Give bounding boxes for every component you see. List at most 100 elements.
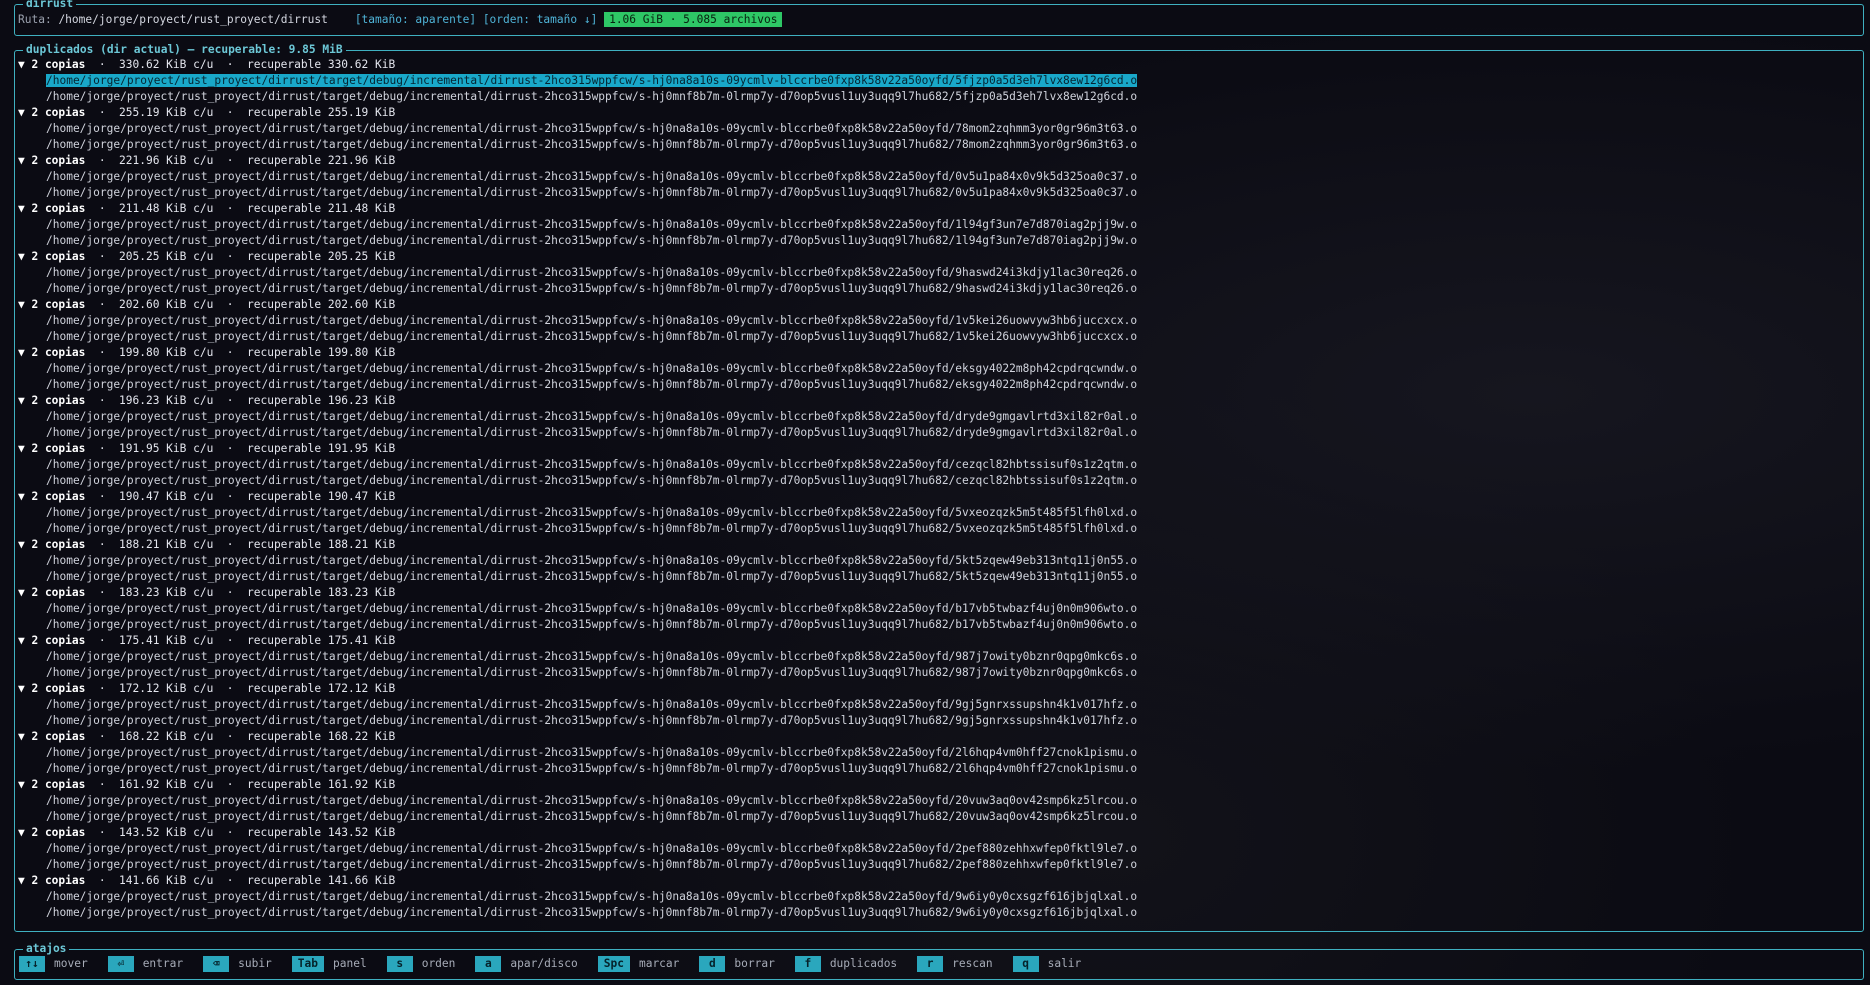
duplicate-file-row[interactable]: /home/jorge/proyect/rust_proyect/dirrust… — [18, 857, 1860, 873]
duplicate-file-row[interactable]: /home/jorge/proyect/rust_proyect/dirrust… — [18, 553, 1860, 569]
duplicate-file-path: /home/jorge/proyect/rust_proyect/dirrust… — [46, 522, 1138, 535]
duplicate-file-path: /home/jorge/proyect/rust_proyect/dirrust… — [46, 458, 1138, 471]
duplicate-group-header[interactable]: ▼ 2 copias · 211.48 KiB c/u · recuperabl… — [18, 201, 1860, 217]
duplicate-file-row[interactable]: /home/jorge/proyect/rust_proyect/dirrust… — [18, 761, 1860, 777]
duplicate-file-row[interactable]: /home/jorge/proyect/rust_proyect/dirrust… — [18, 569, 1860, 585]
group-size-detail: · 330.62 KiB c/u · recuperable 330.62 Ki… — [85, 58, 396, 71]
duplicate-file-row[interactable]: /home/jorge/proyect/rust_proyect/dirrust… — [18, 233, 1860, 249]
group-size-detail: · 161.92 KiB c/u · recuperable 161.92 Ki… — [85, 778, 396, 791]
group-size-detail: · 168.22 KiB c/u · recuperable 168.22 Ki… — [85, 730, 396, 743]
duplicate-file-row[interactable]: /home/jorge/proyect/rust_proyect/dirrust… — [18, 649, 1860, 665]
shortcut-label: apar/disco — [510, 957, 578, 970]
duplicate-file-row[interactable]: /home/jorge/proyect/rust_proyect/dirrust… — [18, 841, 1860, 857]
duplicate-group-header[interactable]: ▼ 2 copias · 202.60 KiB c/u · recuperabl… — [18, 297, 1860, 313]
duplicate-file-row[interactable]: /home/jorge/proyect/rust_proyect/dirrust… — [18, 409, 1860, 425]
duplicate-group-header[interactable]: ▼ 2 copias · 221.96 KiB c/u · recuperabl… — [18, 153, 1860, 169]
duplicate-file-row[interactable]: /home/jorge/proyect/rust_proyect/dirrust… — [18, 713, 1860, 729]
duplicate-group-header[interactable]: ▼ 2 copias · 175.41 KiB c/u · recuperabl… — [18, 633, 1860, 649]
duplicate-group-header[interactable]: ▼ 2 copias · 161.92 KiB c/u · recuperabl… — [18, 777, 1860, 793]
duplicate-file-path: /home/jorge/proyect/rust_proyect/dirrust… — [46, 906, 1138, 919]
duplicate-file-row[interactable]: /home/jorge/proyect/rust_proyect/dirrust… — [18, 121, 1860, 137]
shortcuts-bar: ↑↓ mover ⏎ entrar ⌫ subir Tab panel s orden a apar/… — [19, 956, 1101, 972]
duplicates-list[interactable]: ▼ 2 copias · 330.62 KiB c/u · recuperabl… — [18, 57, 1860, 921]
duplicate-file-path: /home/jorge/proyect/rust_proyect/dirrust… — [46, 794, 1138, 807]
group-copies-toggle: ▼ 2 copias — [18, 634, 86, 647]
group-size-detail: · 221.96 KiB c/u · recuperable 221.96 Ki… — [85, 154, 396, 167]
duplicate-file-row[interactable]: /home/jorge/proyect/rust_proyect/dirrust… — [18, 889, 1860, 905]
duplicate-file-row[interactable]: /home/jorge/proyect/rust_proyect/dirrust… — [18, 377, 1860, 393]
duplicate-file-row[interactable]: /home/jorge/proyect/rust_proyect/dirrust… — [18, 329, 1860, 345]
duplicate-file-row[interactable]: /home/jorge/proyect/rust_proyect/dirrust… — [18, 601, 1860, 617]
shortcut-label: mover — [54, 957, 88, 970]
duplicate-file-path: /home/jorge/proyect/rust_proyect/dirrust… — [46, 90, 1138, 103]
group-copies-toggle: ▼ 2 copias — [18, 154, 86, 167]
duplicate-file-row[interactable]: /home/jorge/proyect/rust_proyect/dirrust… — [18, 361, 1860, 377]
group-size-detail: · 255.19 KiB c/u · recuperable 255.19 Ki… — [85, 106, 396, 119]
duplicate-file-row[interactable]: /home/jorge/proyect/rust_proyect/dirrust… — [18, 809, 1860, 825]
shortcut-key: ⏎ — [107, 956, 134, 972]
group-copies-toggle: ▼ 2 copias — [18, 826, 86, 839]
duplicates-panel[interactable]: duplicados (dir actual) — recuperable: 9… — [14, 42, 1864, 932]
path-bar: Ruta: /home/jorge/proyect/rust_proyect/d… — [18, 12, 783, 28]
duplicate-file-path: /home/jorge/proyect/rust_proyect/dirrust… — [46, 122, 1138, 135]
shortcut-label: subir — [238, 957, 272, 970]
duplicate-group-header[interactable]: ▼ 2 copias · 330.62 KiB c/u · recuperabl… — [18, 57, 1860, 73]
duplicate-file-row[interactable]: /home/jorge/proyect/rust_proyect/dirrust… — [18, 905, 1860, 921]
duplicate-file-row[interactable]: /home/jorge/proyect/rust_proyect/dirrust… — [18, 169, 1860, 185]
duplicate-file-row[interactable]: /home/jorge/proyect/rust_proyect/dirrust… — [18, 89, 1860, 105]
duplicate-file-row[interactable]: /home/jorge/proyect/rust_proyect/dirrust… — [18, 697, 1860, 713]
shortcut-key: s — [386, 956, 413, 972]
duplicate-file-row[interactable]: /home/jorge/proyect/rust_proyect/dirrust… — [18, 505, 1860, 521]
group-size-detail: · 190.47 KiB c/u · recuperable 190.47 Ki… — [85, 490, 396, 503]
duplicate-group-header[interactable]: ▼ 2 copias · 196.23 KiB c/u · recuperabl… — [18, 393, 1860, 409]
group-copies-toggle: ▼ 2 copias — [18, 106, 86, 119]
duplicate-file-path: /home/jorge/proyect/rust_proyect/dirrust… — [46, 74, 1138, 87]
group-size-detail: · 143.52 KiB c/u · recuperable 143.52 Ki… — [85, 826, 396, 839]
duplicate-file-row[interactable]: /home/jorge/proyect/rust_proyect/dirrust… — [18, 425, 1860, 441]
shortcut-key: f — [794, 956, 821, 972]
duplicate-file-row[interactable]: /home/jorge/proyect/rust_proyect/dirrust… — [18, 281, 1860, 297]
duplicate-file-row[interactable]: /home/jorge/proyect/rust_proyect/dirrust… — [18, 217, 1860, 233]
duplicate-file-row[interactable]: /home/jorge/proyect/rust_proyect/dirrust… — [18, 457, 1860, 473]
group-copies-toggle: ▼ 2 copias — [18, 490, 86, 503]
duplicate-file-row[interactable]: /home/jorge/proyect/rust_proyect/dirrust… — [18, 473, 1860, 489]
duplicate-file-row[interactable]: /home/jorge/proyect/rust_proyect/dirrust… — [18, 617, 1860, 633]
duplicate-file-path: /home/jorge/proyect/rust_proyect/dirrust… — [46, 218, 1138, 231]
duplicate-group-header[interactable]: ▼ 2 copias · 172.12 KiB c/u · recuperabl… — [18, 681, 1860, 697]
duplicate-group-header[interactable]: ▼ 2 copias · 255.19 KiB c/u · recuperabl… — [18, 105, 1860, 121]
duplicate-group-header[interactable]: ▼ 2 copias · 199.80 KiB c/u · recuperabl… — [18, 345, 1860, 361]
group-copies-toggle: ▼ 2 copias — [18, 778, 86, 791]
shortcut-label: orden — [421, 957, 456, 970]
duplicate-file-row[interactable]: /home/jorge/proyect/rust_proyect/dirrust… — [18, 745, 1860, 761]
duplicate-group-header[interactable]: ▼ 2 copias · 141.66 KiB c/u · recuperabl… — [18, 873, 1860, 889]
group-copies-toggle: ▼ 2 copias — [18, 730, 86, 743]
duplicate-file-path: /home/jorge/proyect/rust_proyect/dirrust… — [46, 282, 1138, 295]
group-size-detail: · 199.80 KiB c/u · recuperable 199.80 Ki… — [85, 346, 396, 359]
duplicate-file-path: /home/jorge/proyect/rust_proyect/dirrust… — [46, 314, 1138, 327]
duplicate-file-row[interactable]: /home/jorge/proyect/rust_proyect/dirrust… — [18, 73, 1860, 89]
duplicate-group-header[interactable]: ▼ 2 copias · 188.21 KiB c/u · recuperabl… — [18, 537, 1860, 553]
group-size-detail: · 191.95 KiB c/u · recuperable 191.95 Ki… — [85, 442, 396, 455]
duplicate-group-header[interactable]: ▼ 2 copias · 205.25 KiB c/u · recuperabl… — [18, 249, 1860, 265]
duplicate-group-header[interactable]: ▼ 2 copias · 168.22 KiB c/u · recuperabl… — [18, 729, 1860, 745]
path-label: Ruta: — [18, 13, 52, 26]
group-copies-toggle: ▼ 2 copias — [18, 586, 86, 599]
duplicate-file-row[interactable]: /home/jorge/proyect/rust_proyect/dirrust… — [18, 313, 1860, 329]
duplicate-file-row[interactable]: /home/jorge/proyect/rust_proyect/dirrust… — [18, 185, 1860, 201]
duplicate-file-path: /home/jorge/proyect/rust_proyect/dirrust… — [46, 234, 1138, 247]
shortcut-key: Spc — [597, 956, 630, 972]
duplicate-group-header[interactable]: ▼ 2 copias · 143.52 KiB c/u · recuperabl… — [18, 825, 1860, 841]
duplicate-file-row[interactable]: /home/jorge/proyect/rust_proyect/dirrust… — [18, 793, 1860, 809]
group-copies-toggle: ▼ 2 copias — [18, 202, 86, 215]
duplicate-file-row[interactable]: /home/jorge/proyect/rust_proyect/dirrust… — [18, 521, 1860, 537]
duplicate-file-path: /home/jorge/proyect/rust_proyect/dirrust… — [46, 890, 1138, 903]
duplicate-file-row[interactable]: /home/jorge/proyect/rust_proyect/dirrust… — [18, 265, 1860, 281]
current-path: /home/jorge/proyect/rust_proyect/dirrust — [58, 13, 328, 26]
duplicate-file-row[interactable]: /home/jorge/proyect/rust_proyect/dirrust… — [18, 665, 1860, 681]
duplicate-group-header[interactable]: ▼ 2 copias · 183.23 KiB c/u · recuperabl… — [18, 585, 1860, 601]
header-panel: dirrust Ruta: /home/jorge/proyect/rust_p… — [14, 0, 1864, 36]
duplicate-file-path: /home/jorge/proyect/rust_proyect/dirrust… — [46, 698, 1138, 711]
duplicate-group-header[interactable]: ▼ 2 copias · 190.47 KiB c/u · recuperabl… — [18, 489, 1860, 505]
duplicate-group-header[interactable]: ▼ 2 copias · 191.95 KiB c/u · recuperabl… — [18, 441, 1860, 457]
duplicate-file-row[interactable]: /home/jorge/proyect/rust_proyect/dirrust… — [18, 137, 1860, 153]
